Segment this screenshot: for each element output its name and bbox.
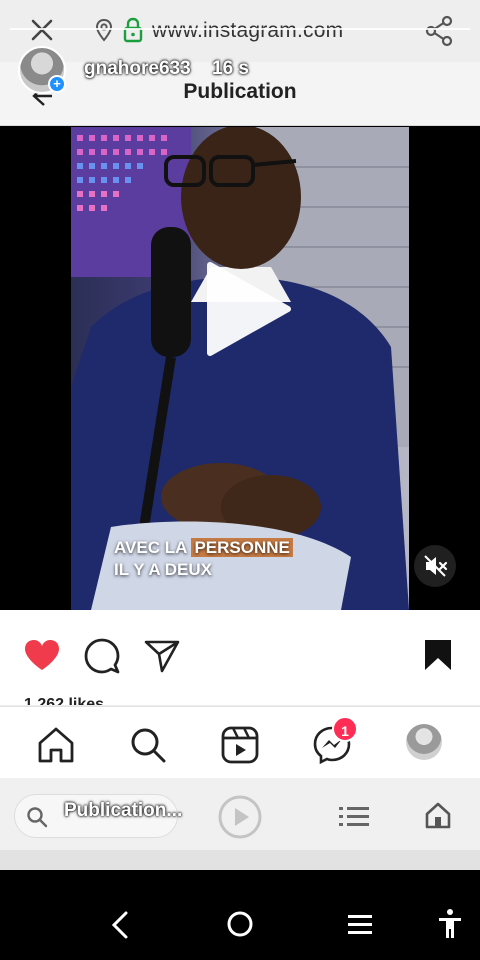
add-story-icon[interactable]: +	[48, 75, 66, 93]
search-icon[interactable]	[128, 725, 168, 765]
send-icon[interactable]	[144, 639, 180, 673]
accessibility-icon[interactable]	[436, 908, 464, 940]
caption-line-1: AVEC LA PERSONNE	[114, 537, 293, 559]
home-icon[interactable]	[424, 801, 452, 829]
likes-count[interactable]: 1 262 likes	[24, 694, 104, 706]
list-icon[interactable]	[339, 805, 369, 827]
browser-top-bar: www.instagram.com	[0, 0, 480, 62]
back-chevron-icon[interactable]	[108, 910, 132, 940]
share-icon[interactable]	[424, 15, 454, 47]
browser-search-text[interactable]: Publication...	[64, 800, 182, 822]
comment-icon[interactable]	[84, 638, 120, 674]
recents-icon[interactable]	[346, 913, 374, 935]
profile-avatar[interactable]	[406, 724, 442, 760]
home-icon[interactable]	[36, 725, 76, 765]
speaker-muted-icon	[424, 555, 448, 577]
play-icon[interactable]	[200, 259, 296, 359]
reels-icon[interactable]	[220, 725, 260, 765]
caption-highlight: PERSONNE	[191, 538, 293, 557]
screen: www.instagram.com Publication + gnahore6…	[0, 0, 480, 960]
video-caption: AVEC LA PERSONNE IL Y A DEUX	[114, 537, 293, 581]
bookmark-filled-icon[interactable]	[423, 638, 453, 672]
browser-bottom-strip	[0, 850, 480, 870]
video-player[interactable]: AVEC LA PERSONNE IL Y A DEUX	[0, 127, 480, 610]
story-progress-bar	[10, 28, 470, 30]
page-title: Publication	[183, 80, 297, 103]
messenger-badge: 1	[332, 716, 358, 742]
heart-filled-icon[interactable]	[23, 638, 61, 672]
location-pin-icon	[95, 18, 113, 42]
caption-line-2: IL Y A DEUX	[114, 560, 212, 579]
home-circle-icon[interactable]	[226, 910, 254, 938]
post-actions	[0, 610, 480, 706]
mute-button[interactable]	[414, 545, 456, 587]
play-circle-icon[interactable]	[217, 794, 263, 840]
lock-icon	[123, 17, 143, 43]
story-username[interactable]: gnahore633	[84, 58, 191, 80]
close-icon[interactable]	[28, 16, 56, 44]
caption-prefix: AVEC LA	[114, 538, 192, 557]
system-nav-bar	[0, 870, 480, 960]
search-icon	[27, 807, 48, 828]
story-timestamp: 16 s	[212, 58, 249, 79]
url-text[interactable]: www.instagram.com	[152, 19, 343, 43]
